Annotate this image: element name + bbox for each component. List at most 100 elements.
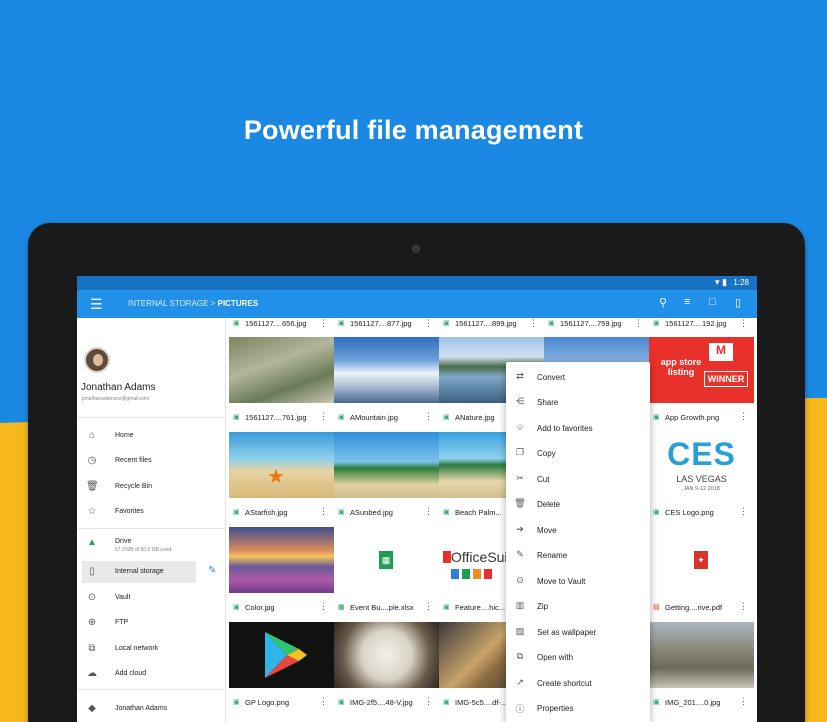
more-icon[interactable]: ⋮ xyxy=(634,318,643,329)
file-tile[interactable]: ▣ Color.jpg ⋮ xyxy=(229,527,334,622)
file-caption[interactable]: ▣ 1561127....877.jpg ⋮ xyxy=(334,318,439,330)
file-tile[interactable]: app store listing M WINNER ▣ App Growth.p… xyxy=(649,337,754,432)
brand-logo: M xyxy=(709,343,733,361)
more-icon[interactable]: ⋮ xyxy=(424,601,433,612)
breadcrumb-current[interactable]: PICTURES xyxy=(218,299,258,308)
menu-item-move[interactable]: ➔ Move xyxy=(506,517,650,542)
menu-item-label: Create shortcut xyxy=(537,679,592,688)
starfish-icon: ★ xyxy=(267,466,285,488)
lock-icon: ⊙ xyxy=(516,575,524,585)
copy-icon: ❐ xyxy=(515,447,525,457)
file-thumbnail xyxy=(229,337,334,403)
file-tile[interactable]: ✦ ▤ Getting....rive.pdf ⋮ xyxy=(649,527,754,622)
sidebar-item-add-cloud[interactable]: ☁ Add cloud xyxy=(77,663,226,685)
file-tile[interactable]: ▣ GP Logo.png ⋮ xyxy=(229,622,334,717)
menu-item-rename[interactable]: ✎ Rename xyxy=(506,542,650,567)
more-icon[interactable]: ⋮ xyxy=(319,411,328,422)
image-file-icon: ▣ xyxy=(338,320,345,327)
sidebar-item-label: Internal storage xyxy=(115,568,164,575)
more-icon[interactable]: ⋮ xyxy=(739,601,748,612)
file-tile[interactable]: CES LAS VEGAS JAN 9-12 2018 ▣ CES Logo.pn… xyxy=(649,432,754,527)
menu-item-open-with[interactable]: ⧉ Open with xyxy=(506,644,650,669)
file-tile[interactable]: ★ ▣ AStarfish.jpg ⋮ xyxy=(229,432,334,527)
avatar[interactable] xyxy=(84,347,110,373)
new-folder-icon[interactable]: □ xyxy=(709,296,716,308)
headline: Powerful file management xyxy=(243,115,584,145)
more-icon[interactable]: ⋮ xyxy=(319,696,328,707)
more-icon[interactable]: ⋮ xyxy=(424,318,433,329)
file-thumbnail xyxy=(229,622,334,688)
file-caption[interactable]: ▣ 1561127....656.jpg ⋮ xyxy=(229,318,334,330)
menu-item-zip[interactable]: ▥ Zip xyxy=(506,593,650,618)
sidebar-item-drive[interactable]: ▲ Drive 57.3 MB of 50.0 GB used xyxy=(77,532,226,558)
menu-item-properties[interactable]: ⓘ Properties xyxy=(506,695,650,720)
menu-item-convert[interactable]: ⇄ Convert xyxy=(506,364,650,389)
menu-item-add-to-favorites[interactable]: ☆ Add to favorites xyxy=(506,415,650,440)
sidebar-item-vault[interactable]: ⊙ Vault xyxy=(77,587,226,609)
sort-icon[interactable]: ≡ xyxy=(684,296,690,308)
more-icon[interactable]: ⋮ xyxy=(319,601,328,612)
file-name: 1561127....877.jpg xyxy=(350,319,412,328)
more-icon[interactable]: ⋮ xyxy=(424,696,433,707)
file-name: CES Logo.png xyxy=(665,508,714,517)
menu-item-create-shortcut[interactable]: ↗ Create shortcut xyxy=(506,670,650,695)
menu-item-label: Add to favorites xyxy=(537,424,593,433)
sidebar-item-home[interactable]: ⌂ Home xyxy=(77,425,226,447)
divider xyxy=(77,689,226,690)
breadcrumb-root[interactable]: INTERNAL STORAGE xyxy=(128,299,208,308)
menu-item-copy[interactable]: ❐ Copy xyxy=(506,440,650,465)
menu-item-delete[interactable]: 🗑 Delete xyxy=(506,491,650,516)
sidebar-item-label: Home xyxy=(115,432,134,439)
menu-item-label: Convert xyxy=(537,373,566,382)
file-thumbnail xyxy=(229,527,334,593)
zip-icon: ▥ xyxy=(515,600,525,610)
file-tile[interactable]: ▣ IMG-2f5....48-V.jpg ⋮ xyxy=(334,622,439,717)
more-icon[interactable]: ⋮ xyxy=(319,506,328,517)
sidebar-item-favorites[interactable]: ☆ Favorites xyxy=(77,501,226,523)
more-icon[interactable]: ⋮ xyxy=(739,411,748,422)
menu-item-set-as-wallpaper[interactable]: ▨ Set as wallpaper xyxy=(506,619,650,644)
file-caption[interactable]: ▣ 1561127....899.jpg ⋮ xyxy=(439,318,544,330)
lock-icon: ⊙ xyxy=(87,592,97,603)
sidebar-item-label: FTP xyxy=(115,619,129,626)
sidebar-item-local-network[interactable]: ⧉ Local network xyxy=(77,638,226,660)
file-caption[interactable]: ▣ 1561127....759.jpg ⋮ xyxy=(544,318,649,330)
sidebar-item-recent[interactable]: ◷ Recent files xyxy=(77,450,226,472)
more-icon[interactable]: ⋮ xyxy=(739,696,748,707)
menu-item-label: Share xyxy=(537,398,559,407)
sidebar-item-internal-storage[interactable]: ▯ Internal storage xyxy=(82,561,196,583)
file-tile[interactable]: ▣ 1561127....761.jpg ⋮ xyxy=(229,337,334,432)
clean-icon[interactable]: ✎ xyxy=(208,565,216,576)
file-tile[interactable]: ▦ ▦ Event Bu....ple.xlsx ⋮ xyxy=(334,527,439,622)
sidebar-item-recycle-bin[interactable]: 🗑 Recycle Bin xyxy=(77,476,226,498)
sidebar-item-dropbox-account[interactable]: ◆ Jonathan Adams xyxy=(77,698,226,720)
more-icon[interactable]: ⋮ xyxy=(424,506,433,517)
file-caption[interactable]: ▣ 1561127....192.jpg ⋮ xyxy=(649,318,754,330)
more-icon[interactable]: ⋮ xyxy=(529,318,538,329)
image-file-icon: ▣ xyxy=(653,414,660,421)
image-file-icon: ▣ xyxy=(443,509,450,516)
image-file-icon: ▣ xyxy=(233,604,240,611)
menu-item-share[interactable]: ⋲ Share xyxy=(506,389,650,414)
status-time: 1:28 xyxy=(733,278,749,287)
menu-icon[interactable]: ☰ xyxy=(90,296,103,313)
menu-item-cut[interactable]: ✂ Cut xyxy=(506,466,650,491)
file-tile[interactable]: ▣ IMG_201....0.jpg ⋮ xyxy=(649,622,754,717)
more-icon[interactable]: ⋮ xyxy=(739,318,748,329)
file-thumbnail: CES LAS VEGAS JAN 9-12 2018 xyxy=(649,432,754,498)
search-icon[interactable]: ⚲ xyxy=(659,296,667,309)
clipboard-icon[interactable]: ▯ xyxy=(735,296,741,309)
edit-icon: ✎ xyxy=(516,549,524,559)
menu-item-move-to-vault[interactable]: ⊙ Move to Vault xyxy=(506,568,650,593)
more-icon[interactable]: ⋮ xyxy=(424,411,433,422)
file-thumbnail xyxy=(334,432,439,498)
more-icon[interactable]: ⋮ xyxy=(319,318,328,329)
file-tile[interactable]: ▣ AMountain.jpg ⋮ xyxy=(334,337,439,432)
file-tile[interactable]: ▣ ASunbed.jpg ⋮ xyxy=(334,432,439,527)
spreadsheet-file-icon: ▦ xyxy=(338,604,345,611)
more-icon[interactable]: ⋮ xyxy=(739,506,748,517)
sidebar-item-ftp[interactable]: ⊕ FTP xyxy=(77,612,226,634)
image-file-icon: ▣ xyxy=(443,320,450,327)
thumbnail-text: LAS VEGAS xyxy=(676,474,727,484)
file-thumbnail xyxy=(334,337,439,403)
